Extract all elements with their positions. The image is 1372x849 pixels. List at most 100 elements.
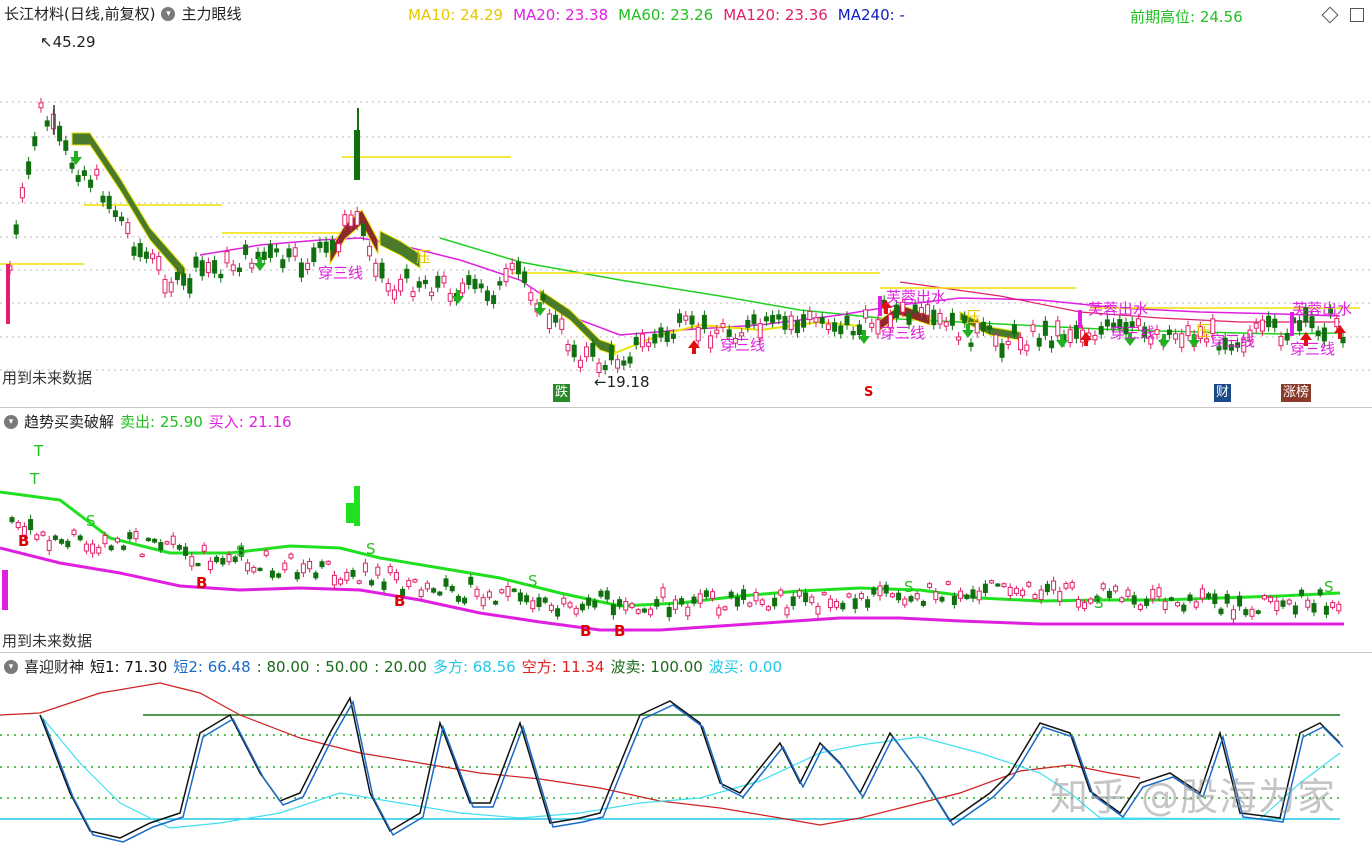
down-arrow-icon [456,290,460,296]
candle-body [431,588,437,593]
down-arrow-icon [538,302,542,308]
candle-body [354,211,360,226]
candle-body [88,179,94,188]
candle-body [435,275,441,288]
candle-body [300,563,306,574]
candle-body [391,289,397,300]
candle-body [1106,590,1112,599]
candle-body [747,602,753,607]
candle-body [794,320,800,334]
down-arrow-icon [1060,334,1064,340]
candle-body [59,539,65,544]
candle-body [1069,581,1075,589]
candle-body [635,609,641,614]
candle-body [846,593,852,598]
candle-body [528,292,534,301]
event-tag-finance[interactable]: 财 [1214,384,1232,402]
main-price-panel[interactable]: 长江材料(日线,前复权) ▾ 主力眼线 MA10: 24.29 MA20: 23.… [0,0,1372,404]
candle-body [604,590,610,600]
watermark: 知乎 @股海为家 [1049,775,1336,819]
candle-body [627,356,633,364]
candle-body [81,170,87,177]
candle-body [1272,318,1278,328]
candle-body [100,195,106,203]
candle-body [902,598,908,606]
up-arrow-icon [1084,340,1088,346]
indicator-menu-icon[interactable]: ▾ [161,7,176,21]
candle-body [1042,320,1048,336]
oscillator-panel[interactable]: ▾ 喜迎财神 短1: 71.30 短2: 66.48: 80.00: 50.00:… [0,652,1372,849]
candle-body [883,584,889,594]
price-chart[interactable] [0,0,1372,404]
candle-body [354,486,360,526]
candle-body [360,223,366,236]
candle-body [708,335,714,349]
candle-body [621,360,627,366]
candle-body [1073,325,1079,339]
candle-body [1292,605,1298,615]
event-tag-drop[interactable]: 跌 [553,384,571,402]
candle-body [65,540,71,548]
oscillator-legend-item: : 80.00 [256,658,310,676]
candle-body [447,292,453,302]
oscillator-legend-item: 波卖: 100.00 [610,658,703,676]
candle-body [245,562,251,572]
candle-body [1286,599,1292,605]
event-tag-s[interactable]: S [862,384,875,402]
candle-body [491,295,497,305]
candle-body [387,566,393,574]
candle-body [1253,322,1259,329]
buy-value: 买入: 21.16 [208,413,292,431]
candle-body [869,322,875,328]
candle-body [183,546,189,556]
candle-body [1284,333,1290,341]
candle-body [1057,591,1063,602]
maximize-icon[interactable] [1350,8,1364,22]
candle-body [131,246,137,256]
candle-body [1175,602,1181,607]
candle-body [1224,594,1230,604]
candle-body [46,540,52,551]
candle-body [995,583,1001,587]
candle-body [1026,581,1032,587]
candle-body [32,136,38,147]
candle-body [108,545,114,551]
candle-body [741,589,747,600]
candle-body [788,315,794,331]
candle-body [1255,610,1261,614]
indicator-menu-icon[interactable]: ▾ [4,415,18,429]
candle-body [404,268,410,279]
candle-body [466,275,472,285]
candle-body [1049,340,1055,349]
candle-body [716,607,722,616]
candle-body [958,590,964,599]
candle-body [596,362,602,373]
candle-body [348,214,354,227]
candle-body [6,264,10,324]
candle-body [106,195,112,209]
candle-body [1098,326,1104,335]
candle-body [143,251,149,259]
trend-chart[interactable] [0,408,1372,650]
candle-body [249,262,255,269]
candle-body [460,282,466,294]
indicator-menu-icon[interactable]: ▾ [4,660,18,674]
indicator-name[interactable]: 主力眼线 [181,4,241,24]
candle-body [584,346,590,358]
candle-body [677,313,683,323]
candle-body [317,241,323,249]
candle-body [226,554,232,563]
candle-body [338,578,344,585]
candle-body [1230,609,1236,620]
candle-body [294,572,300,580]
candle-body [52,535,58,540]
indicator-name[interactable]: 喜迎财神 [24,657,84,677]
stock-title[interactable]: 长江材料(日线,前复权) [4,4,155,24]
candle-body [1055,320,1061,337]
trend-panel[interactable]: ▾ 趋势买卖破解 卖出: 25.90 买入: 21.16 用到未来数据 T T … [0,407,1372,650]
event-tag-top-gainer[interactable]: 涨榜 [1281,384,1312,402]
indicator-name[interactable]: 趋势买卖破解 [24,412,114,432]
trend-ribbon [71,132,186,282]
candle-body [1259,319,1265,332]
candle-body [784,607,790,616]
